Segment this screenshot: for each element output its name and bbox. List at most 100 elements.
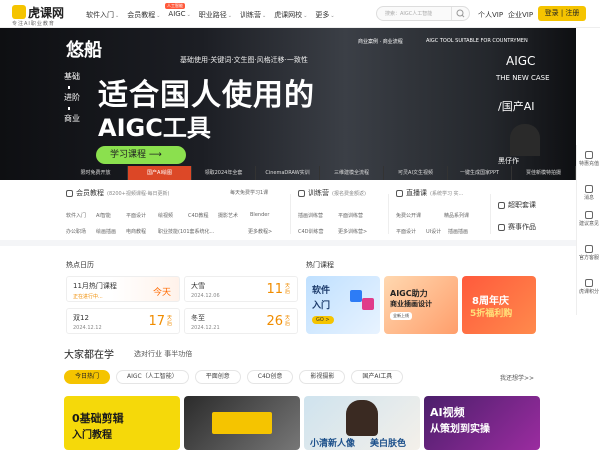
- camp-link[interactable]: 插画训练营: [298, 212, 323, 219]
- banner-thumb[interactable]: CinemaDRAW实训: [256, 166, 320, 180]
- camp-link[interactable]: 平面训练营: [338, 212, 363, 219]
- nav-item-career[interactable]: 职业路径⌄: [199, 10, 232, 20]
- tab-graphic[interactable]: 平面创意: [194, 370, 241, 384]
- super-course-link[interactable]: 超职套课: [498, 200, 536, 210]
- headset-icon: [585, 245, 593, 253]
- banner-case-english: AIGC TOOL SUITABLE FOR COUNTRYMEN: [426, 38, 528, 44]
- category-link[interactable]: 电商教程: [126, 228, 146, 235]
- book-icon: [498, 201, 505, 209]
- course-card-aigc-illustration[interactable]: AIGC助力 商业插画设计 全新上线: [384, 276, 458, 334]
- nav-new-badge: 人工智能: [165, 3, 185, 9]
- sidebar-item-feedback[interactable]: 建议意见: [577, 211, 600, 228]
- nav-item-aigc[interactable]: AIGC⌄: [168, 10, 190, 20]
- banner-thumb-strip: 限时免费开放 国产AI绘图 领取2024年全套 CinemaDRAW实训 三维建…: [64, 166, 576, 180]
- nav-item-software[interactable]: 软件入门⌄: [86, 10, 119, 20]
- course-card-anniversary[interactable]: 8周年庆 5折福利购: [462, 276, 536, 334]
- course-card[interactable]: 小清新人像 美白肤色: [304, 396, 420, 450]
- camp-link[interactable]: C4D训练营: [298, 228, 324, 235]
- live-link[interactable]: UI设计: [426, 228, 441, 235]
- nav-item-more[interactable]: 更多⌄: [315, 10, 334, 20]
- banner-thumb[interactable]: 一键生成国家PPT: [448, 166, 512, 180]
- chevron-down-icon: ⌄: [330, 13, 335, 19]
- hot-courses-title: 热门课程: [306, 261, 334, 269]
- tab-today-hot[interactable]: 今日热门: [64, 370, 111, 384]
- sidebar-item-recharge[interactable]: 特惠充值: [577, 151, 600, 168]
- banner-level-list: 基础 进阶 商业: [64, 70, 90, 126]
- divider: [388, 194, 389, 234]
- search-box[interactable]: 搜索：AIGC人工智能: [376, 6, 470, 21]
- banner-thumb-active[interactable]: 国产AI绘图: [128, 166, 192, 180]
- category-link[interactable]: 摄影艺术: [218, 212, 238, 219]
- live-header[interactable]: 直播课 (系统学习 实...: [396, 188, 463, 198]
- calendar-item[interactable]: 冬至 2024.12.21 26 天后: [184, 308, 298, 334]
- category-link[interactable]: 软件入门: [66, 212, 86, 219]
- nav-item-school[interactable]: 虎课网校⌄: [274, 10, 307, 20]
- contest-works-link[interactable]: 赛事作品: [498, 222, 536, 232]
- live-link[interactable]: 插画插画: [448, 228, 468, 235]
- banner-thumb[interactable]: 贾佳新模特拍摄: [512, 166, 576, 180]
- vip-course-header[interactable]: 会员教程 (8200+视频课程·每日更新): [66, 188, 169, 198]
- banner-case-label: 商业案例 · 商业流程: [358, 39, 403, 45]
- search-button[interactable]: [451, 7, 469, 20]
- live-link[interactable]: 平面设计: [396, 228, 416, 235]
- category-link[interactable]: 绘画插画: [96, 228, 116, 235]
- divider: [490, 194, 491, 234]
- banner-thumb[interactable]: 三维建模全流程: [320, 166, 384, 180]
- banner-tags: 基础使用·关键词·文生图·风格迁移·一致性: [180, 56, 308, 64]
- calendar-item[interactable]: 大雪 2024.12.06 11 天后: [184, 276, 298, 302]
- course-card-software[interactable]: 软件 入门 GO >: [306, 276, 380, 334]
- banner-thumb[interactable]: 可灵AI文生视频: [384, 166, 448, 180]
- free-daily-link[interactable]: 每天免费学习1课: [230, 189, 268, 196]
- banner-right-china: /国产AI: [498, 100, 535, 113]
- more-courses-link[interactable]: 更多教程>: [248, 228, 272, 235]
- site-logo[interactable]: 虎课网 专注AI职业教育: [12, 4, 76, 27]
- login-register-button[interactable]: 登录 | 注册: [538, 6, 586, 21]
- category-link[interactable]: Blender: [250, 212, 269, 218]
- banner-thumb[interactable]: 领取2024年全套: [192, 166, 256, 180]
- category-link[interactable]: C4D教程: [188, 212, 209, 219]
- live-link[interactable]: 精品系列课: [444, 212, 469, 219]
- tab-film[interactable]: 影视摄影: [299, 370, 346, 384]
- hero-banner[interactable]: 悠船 基础 进阶 商业 基础使用·关键词·文生图·风格迁移·一致性 适合国人使用…: [0, 28, 576, 180]
- category-link[interactable]: 绘视频: [158, 212, 173, 219]
- learn-course-button[interactable]: 学习课程 ⟶: [96, 146, 186, 164]
- tiger-logo-icon: [12, 5, 26, 19]
- category-link[interactable]: 办公职场: [66, 228, 86, 235]
- sidebar-item-points[interactable]: 虎课积分: [577, 279, 600, 296]
- calendar-item[interactable]: 双12 2024.12.12 17 天后: [66, 308, 180, 334]
- banner-level: 进阶: [64, 93, 80, 102]
- nav-item-vip-courses[interactable]: 会员教程⌄: [127, 10, 160, 20]
- calendar-item[interactable]: 11月热门课程 正在进行中... 今天: [66, 276, 180, 302]
- course-card[interactable]: [184, 396, 300, 450]
- category-link[interactable]: 平面设计: [126, 212, 146, 219]
- live-link[interactable]: 免费公开课: [396, 212, 421, 219]
- tab-c4d[interactable]: C4D创意: [246, 370, 294, 384]
- flag-icon: [298, 189, 305, 197]
- sidebar-item-service[interactable]: 官方客服: [577, 245, 600, 262]
- category-link[interactable]: 职业技能(101套系统化...: [158, 228, 214, 235]
- more-interest-link[interactable]: 我还想学>>: [500, 373, 534, 382]
- app-icon: [350, 290, 362, 302]
- more-camps-link[interactable]: 更多训练营>: [338, 228, 367, 235]
- tab-domestic-ai[interactable]: 国产AI工具: [351, 370, 404, 384]
- banner-thumb[interactable]: 限时免费开放: [64, 166, 128, 180]
- coin-icon: [585, 279, 593, 287]
- banner-right-title: AIGC: [506, 54, 536, 68]
- category-link[interactable]: AI智能: [96, 212, 111, 219]
- hot-calendar-title: 热点日历: [66, 261, 94, 269]
- go-button[interactable]: GO >: [312, 316, 334, 324]
- course-card[interactable]: AI视频 从策划到实操: [424, 396, 540, 450]
- nav-item-camp[interactable]: 训练营⌄: [240, 10, 266, 20]
- personal-vip-link[interactable]: 个人VIP: [478, 10, 503, 20]
- tab-aigc[interactable]: AIGC（人工智能）: [116, 370, 189, 384]
- chevron-down-icon: ⌄: [156, 13, 161, 19]
- search-input[interactable]: 搜索：AIGC人工智能: [385, 10, 432, 17]
- instructor-photo: [510, 124, 540, 156]
- sidebar-item-messages[interactable]: 消息: [577, 185, 600, 202]
- banner-level: 商业: [64, 114, 80, 123]
- course-card[interactable]: 0基础剪辑 入门教程: [64, 396, 180, 450]
- main-nav: 软件入门⌄ 会员教程⌄ AIGC⌄ 职业路径⌄ 训练营⌄ 虎课网校⌄ 更多⌄: [86, 10, 343, 20]
- gift-icon: [585, 151, 593, 159]
- camp-header[interactable]: 训练营 (报名费金额返): [298, 188, 366, 198]
- enterprise-vip-link[interactable]: 企业VIP: [508, 10, 533, 20]
